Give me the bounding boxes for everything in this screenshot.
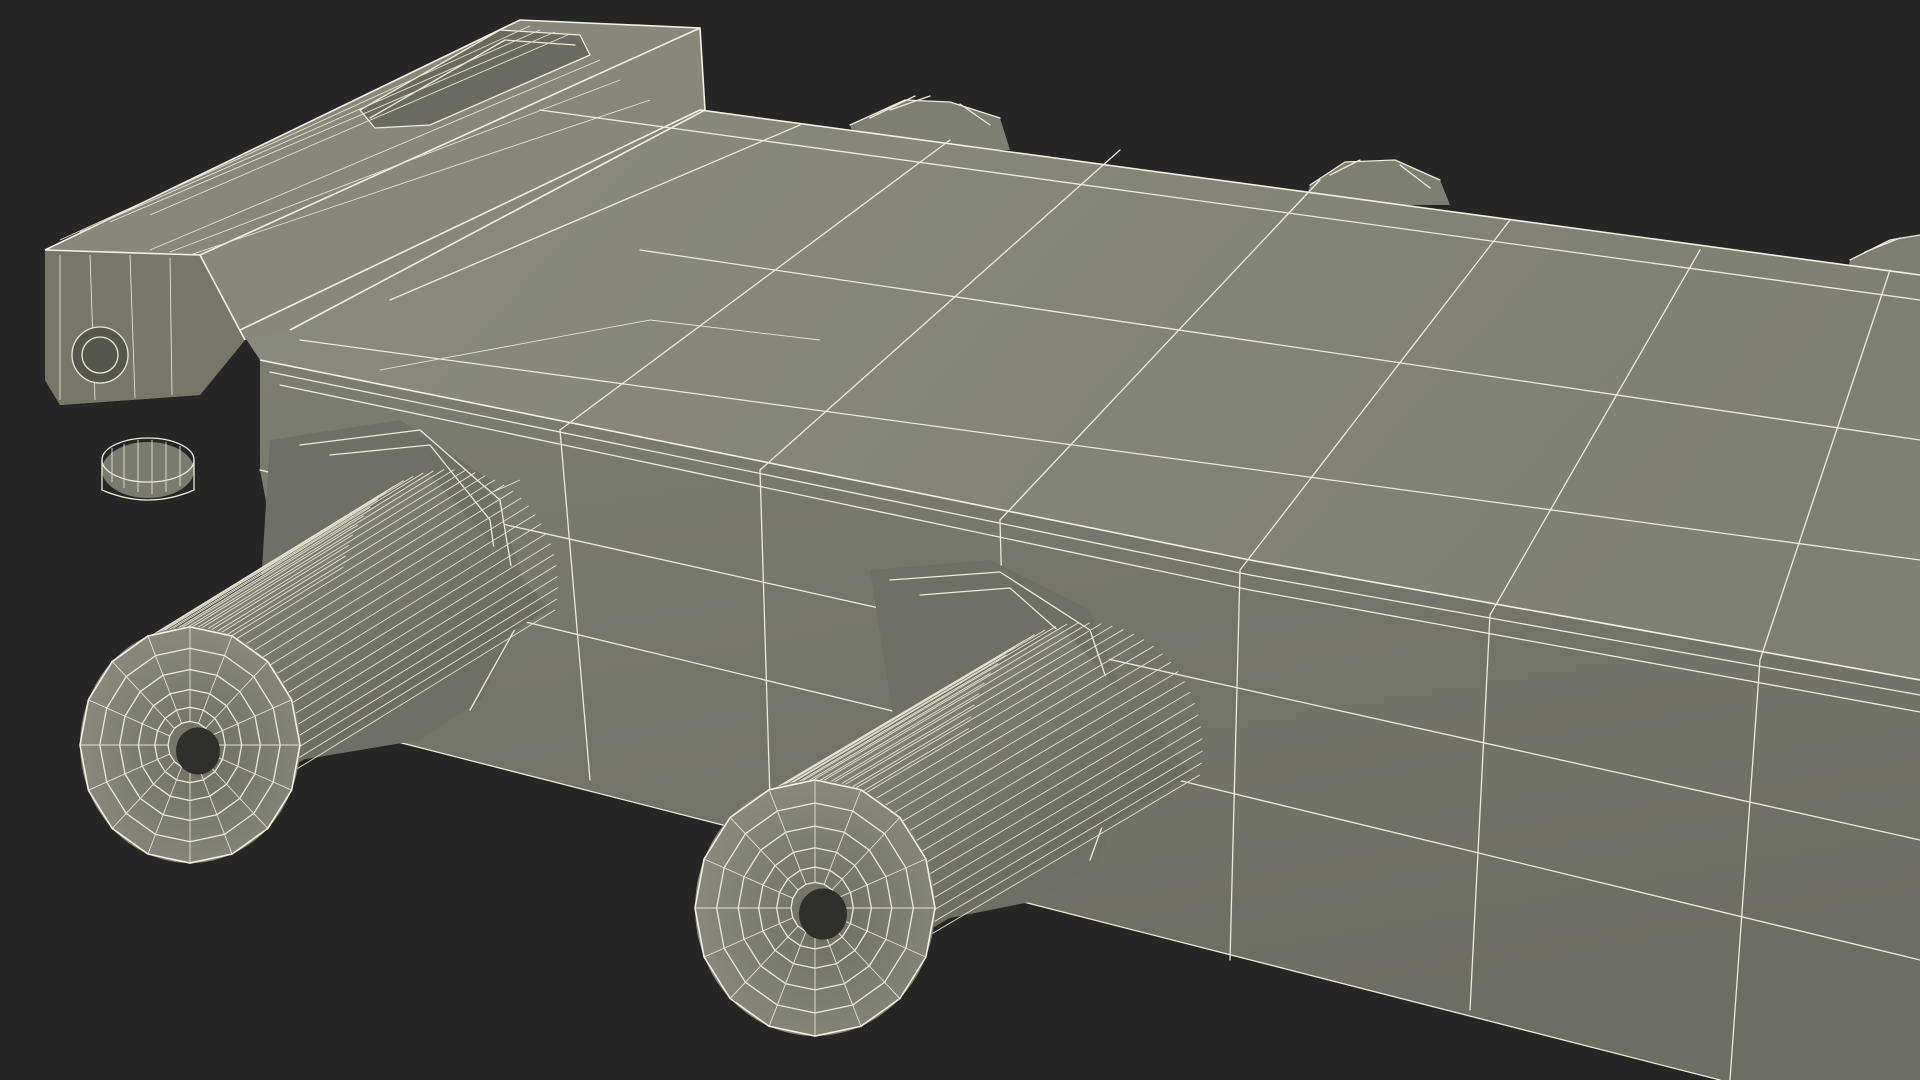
small-screw [101,437,195,501]
center-bore [176,727,220,775]
center-bore [799,888,847,940]
wireframe-scene [44,19,1920,1080]
